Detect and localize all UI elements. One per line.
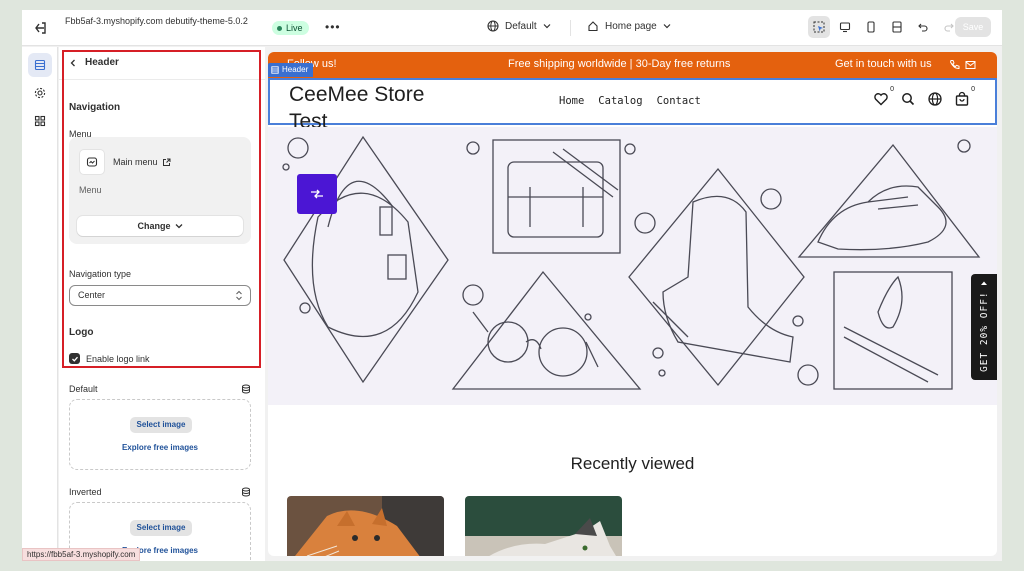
mail-icon[interactable] [965, 60, 976, 70]
live-label: Live [286, 23, 303, 33]
chevron-down-icon [175, 224, 182, 229]
editor-window: Fbb5af-3.myshopify.com debutify-theme-5.… [22, 10, 1002, 561]
theme-selector[interactable]: Default [487, 20, 551, 32]
store-name[interactable]: Fbb5af-3.myshopify.com debutify-theme-5.… [65, 16, 255, 27]
recently-viewed-heading: Recently viewed [570, 454, 695, 473]
section-icon [271, 66, 279, 74]
more-actions-button[interactable]: ••• [325, 20, 341, 34]
divider [570, 20, 571, 36]
desktop-icon[interactable] [834, 16, 856, 38]
header-icons: 0 0 [872, 86, 975, 108]
enable-logo-link-label: Enable logo link [86, 353, 150, 364]
language-globe-icon[interactable] [926, 90, 944, 108]
chevron-left-icon [70, 59, 75, 66]
external-link-icon [162, 158, 171, 166]
nav-item-contact[interactable]: Contact [657, 95, 701, 107]
menu-name: Main menu [113, 157, 158, 167]
navigation-type-value: Center [78, 290, 106, 300]
nav-item-catalog[interactable]: Catalog [598, 95, 642, 107]
header-section-tag[interactable]: Header [268, 63, 314, 77]
change-label: Change [137, 221, 171, 231]
header-tag-label: Header [282, 65, 309, 74]
logo-heading: Logo [69, 327, 94, 338]
back-to-sections-button[interactable]: Header [69, 57, 119, 68]
sections-icon[interactable] [28, 53, 52, 77]
explore-free-images-link[interactable]: Explore free images [70, 443, 250, 452]
menu-icon [79, 149, 105, 175]
arrows-swap-icon [311, 189, 323, 199]
announcement-bar: Follow us! Free shipping worldwide | 30-… [268, 52, 997, 78]
navigation-heading: Navigation [69, 102, 121, 113]
main-navigation: Home Catalog Contact [559, 95, 701, 107]
hero-banner-image [268, 127, 997, 405]
announcement-center: Free shipping worldwide | 30-Day free re… [508, 58, 731, 70]
live-badge: Live [272, 21, 309, 35]
enable-logo-link-checkbox[interactable]: Enable logo link [69, 353, 150, 364]
sidebar-title: Header [85, 57, 119, 68]
phone-icon[interactable] [949, 59, 960, 70]
top-bar: Fbb5af-3.myshopify.com debutify-theme-5.… [22, 10, 1002, 46]
globe-icon [487, 20, 499, 32]
navigation-type-label: Navigation type [69, 269, 132, 279]
product-thumbnail-cat-orange[interactable] [287, 496, 444, 556]
chevron-up-icon [981, 281, 987, 285]
cart-icon[interactable]: 0 [953, 86, 975, 108]
save-button[interactable]: Save [955, 17, 991, 37]
live-dot-icon [277, 25, 282, 31]
default-logo-label: Default [69, 384, 98, 394]
divider [59, 79, 265, 80]
inverted-logo-label: Inverted [69, 487, 102, 497]
left-rail [22, 47, 58, 561]
hero-illustration [282, 135, 981, 390]
navigation-type-select[interactable]: Center [69, 285, 251, 306]
menu-link[interactable]: Main menu [113, 157, 171, 167]
select-image-button[interactable]: Select image [130, 520, 192, 536]
cart-count: 0 [971, 86, 975, 93]
select-image-button[interactable]: Select image [130, 417, 192, 433]
home-icon [588, 21, 598, 32]
store-preview: Follow us! Free shipping worldwide | 30-… [268, 52, 997, 556]
page-selector[interactable]: Home page [587, 20, 671, 32]
discount-side-tab[interactable]: GET 20% OFF! [971, 274, 997, 380]
database-icon[interactable] [241, 384, 251, 394]
product-thumbnail-cat-gray[interactable] [465, 496, 622, 556]
store-header[interactable]: CeeMee Store Test Home Catalog Contact 0 [268, 78, 997, 133]
checkbox-checked-icon[interactable] [69, 353, 80, 364]
discount-side-tab-label: GET 20% OFF! [979, 291, 990, 372]
status-url: https://fbb5af-3.myshopify.com [22, 548, 141, 561]
default-logo-row: Default [69, 384, 251, 394]
menu-sub-label: Menu [79, 185, 102, 195]
theme-settings-icon[interactable] [28, 81, 52, 105]
exit-icon[interactable] [30, 18, 50, 38]
database-icon[interactable] [241, 487, 251, 497]
default-logo-picker: Select image Explore free images [69, 399, 251, 470]
theme-selector-label: Default [505, 20, 537, 32]
compare-floating-button[interactable] [297, 174, 337, 214]
fullwidth-icon[interactable] [886, 16, 908, 38]
change-menu-button[interactable]: Change [77, 216, 243, 236]
app-embeds-icon[interactable] [28, 109, 52, 133]
chevron-down-icon [663, 24, 671, 29]
wishlist-icon[interactable]: 0 [872, 86, 894, 108]
nav-item-home[interactable]: Home [559, 95, 584, 107]
announcement-right[interactable]: Get in touch with us [835, 58, 932, 70]
wishlist-count: 0 [890, 86, 894, 93]
undo-icon[interactable] [912, 16, 934, 38]
select-arrows-icon [236, 290, 242, 301]
menu-picker: Main menu Menu Change [69, 137, 251, 244]
inverted-logo-row: Inverted [69, 487, 251, 497]
settings-sidebar: Header Navigation Menu Main menu Menu Ch… [59, 47, 265, 561]
search-icon[interactable] [899, 90, 917, 108]
inspector-icon[interactable] [808, 16, 830, 38]
mobile-icon[interactable] [860, 16, 882, 38]
preview-toolbar [808, 16, 960, 38]
page-selector-label: Home page [605, 20, 657, 32]
chevron-down-icon [543, 24, 551, 29]
